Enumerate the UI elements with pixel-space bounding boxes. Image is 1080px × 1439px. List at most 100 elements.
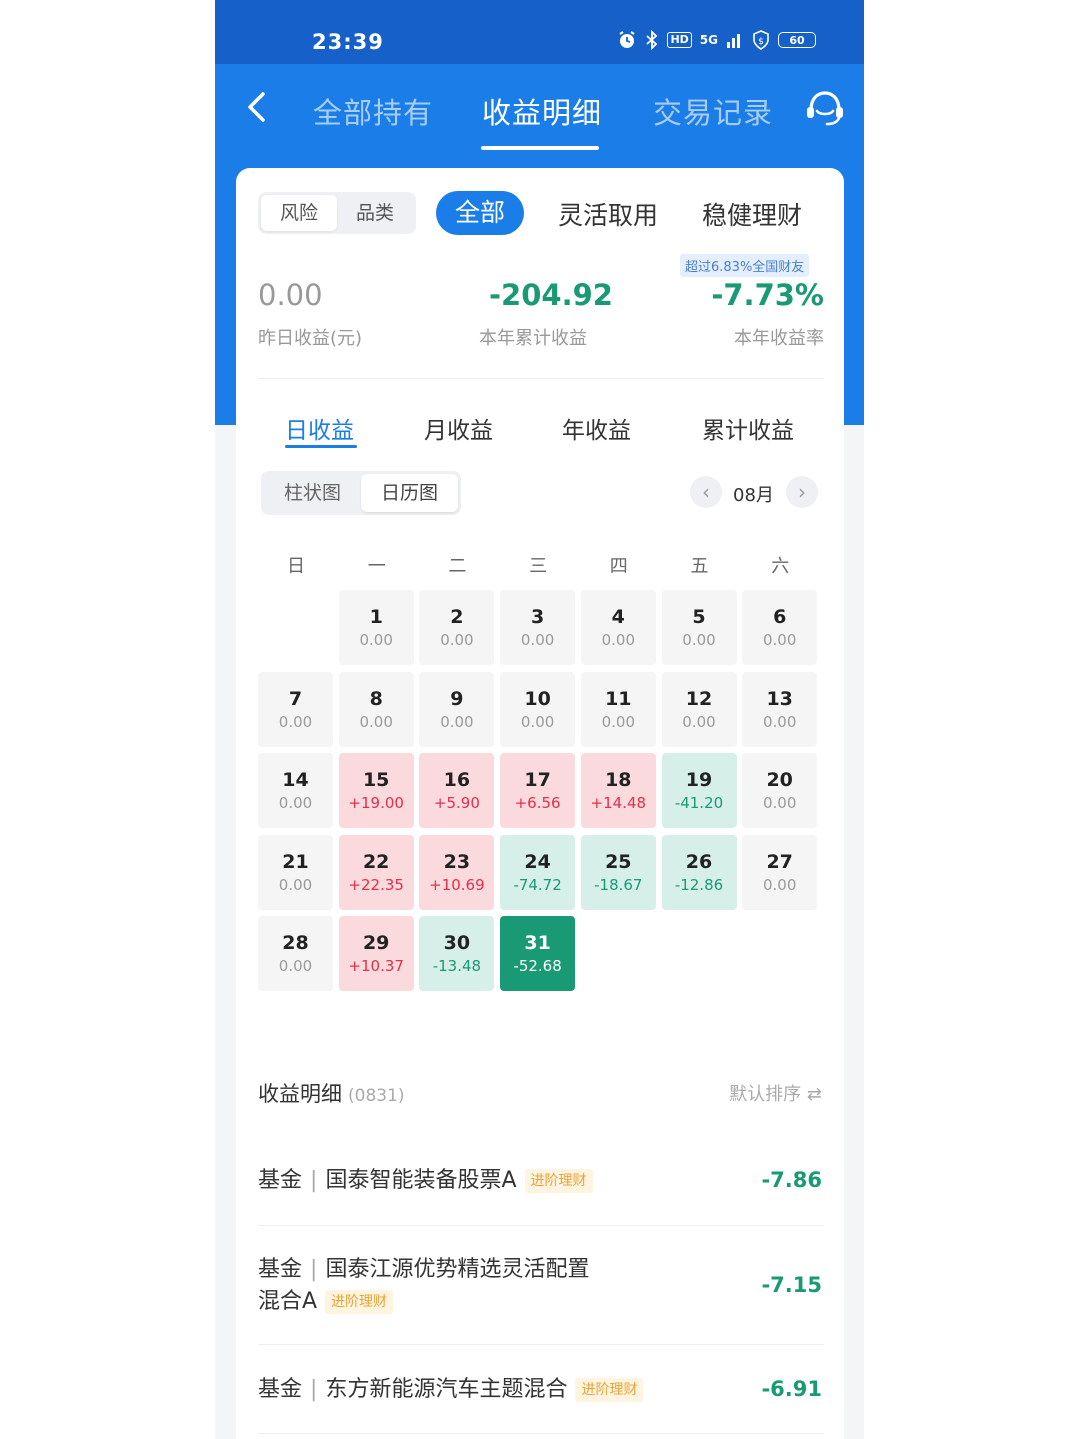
calendar-day-13[interactable]: 13 0.00 bbox=[742, 671, 818, 747]
calendar-day-2[interactable]: 2 0.00 bbox=[419, 590, 495, 665]
shield-dollar-icon: $ bbox=[753, 30, 769, 50]
calendar-day-earnings: 0.00 bbox=[762, 712, 797, 731]
fund-category: 基金 bbox=[258, 1257, 303, 1282]
calendar-day-earnings: -18.67 bbox=[594, 875, 643, 894]
tab-yearly-earnings[interactable]: 年收益 bbox=[562, 411, 631, 445]
fund-name: 国泰智能装备股票A bbox=[325, 1168, 517, 1193]
prev-month-icon[interactable]: ‹ bbox=[690, 476, 722, 508]
calendar-day-1[interactable]: 1 0.00 bbox=[338, 590, 414, 665]
calendar-day-number: 2 bbox=[450, 606, 464, 628]
calendar-day-8[interactable]: 8 0.00 bbox=[338, 671, 414, 747]
calendar-day-22[interactable]: 22 +22.35 bbox=[338, 834, 414, 910]
yesterday-earnings-label: 昨日收益(元) bbox=[258, 328, 363, 349]
filter-steady[interactable]: 稳健理财 bbox=[702, 196, 802, 232]
calendar-day-7[interactable]: 7 0.00 bbox=[258, 671, 333, 747]
calendar-day-26[interactable]: 26 -12.86 bbox=[661, 834, 737, 910]
fund-category: 基金 bbox=[258, 1168, 303, 1193]
bluetooth-icon bbox=[646, 30, 658, 50]
back-arrow-icon[interactable] bbox=[239, 84, 279, 130]
month-label: 08月 bbox=[733, 485, 774, 506]
calendar-day-number: 12 bbox=[685, 687, 713, 710]
calendar-day-25[interactable]: 25 -18.67 bbox=[580, 834, 656, 910]
calendar-day-number: 15 bbox=[362, 769, 390, 791]
toggle-bar-chart[interactable]: 柱状图 bbox=[264, 474, 361, 512]
calendar-day-24[interactable]: 24 -74.72 bbox=[500, 834, 576, 910]
calendar-day-12[interactable]: 12 0.00 bbox=[661, 671, 737, 747]
fund-tag: 进阶理财 bbox=[575, 1378, 644, 1402]
calendar-day-number: 16 bbox=[443, 769, 471, 791]
calendar-day-20[interactable]: 20 0.00 bbox=[742, 753, 818, 828]
calendar-day-number: 24 bbox=[524, 850, 551, 873]
year-total-label: 本年累计收益 bbox=[479, 328, 587, 349]
toggle-calendar[interactable]: 日历图 bbox=[361, 474, 458, 512]
toggle-risk[interactable]: 风险 bbox=[261, 195, 337, 231]
calendar-day-earnings: 0.00 bbox=[278, 794, 313, 812]
customer-service-icon[interactable] bbox=[803, 86, 847, 130]
calendar-day-earnings: +5.90 bbox=[433, 794, 480, 812]
calendar-day-17[interactable]: 17 +6.56 bbox=[500, 753, 576, 828]
calendar-day-3[interactable]: 3 0.00 bbox=[500, 590, 576, 665]
calendar-day-27[interactable]: 27 0.00 bbox=[742, 834, 818, 910]
row-divider bbox=[258, 1225, 824, 1226]
sort-button[interactable]: 默认排序 ⇄ bbox=[729, 1080, 822, 1106]
calendar-day-earnings: +19.00 bbox=[348, 794, 404, 812]
tab-transaction-records[interactable]: 交易记录 bbox=[653, 90, 773, 132]
calendar-day-15[interactable]: 15 +19.00 bbox=[338, 753, 414, 828]
calendar-day-earnings: 0.00 bbox=[440, 712, 474, 731]
calendar-day-number: 18 bbox=[605, 769, 632, 791]
calendar-day-14[interactable]: 14 0.00 bbox=[258, 753, 333, 828]
fund-row-3[interactable]: 基金 | 东方新能源汽车主题混合 进阶理财 bbox=[258, 1374, 644, 1406]
calendar-day-30[interactable]: 30 -13.48 bbox=[419, 916, 495, 991]
calendar-day-number: 7 bbox=[288, 687, 303, 710]
calendar-day-19[interactable]: 19 -41.20 bbox=[661, 753, 737, 828]
calendar-day-11[interactable]: 11 0.00 bbox=[580, 671, 656, 747]
calendar-day-number: 5 bbox=[692, 606, 706, 628]
calendar-day-9[interactable]: 9 0.00 bbox=[419, 671, 495, 747]
calendar-day-number: 13 bbox=[766, 687, 793, 710]
calendar-day-10[interactable]: 10 0.00 bbox=[500, 671, 576, 747]
calendar-day-earnings: -41.20 bbox=[674, 794, 724, 812]
calendar-day-29[interactable]: 29 +10.37 bbox=[338, 916, 414, 991]
row-divider bbox=[258, 1433, 824, 1434]
next-month-icon[interactable]: › bbox=[786, 476, 818, 508]
weekday-label: 一 bbox=[367, 556, 386, 577]
calendar-day-number: 3 bbox=[530, 606, 545, 628]
calendar-day-earnings: -74.72 bbox=[513, 875, 562, 894]
chart-view-toggle: 柱状图 日历图 bbox=[261, 471, 461, 515]
tab-all-holdings[interactable]: 全部持有 bbox=[313, 90, 433, 132]
calendar-day-23[interactable]: 23 +10.69 bbox=[419, 834, 495, 910]
status-icons: HD 5G $ 60 bbox=[617, 30, 816, 50]
calendar-day-31[interactable]: 31 -52.68 bbox=[500, 916, 576, 991]
top-navigation: 全部持有 收益明细 交易记录 bbox=[215, 64, 864, 154]
tab-cumulative-earnings[interactable]: 累计收益 bbox=[702, 411, 794, 445]
tab-monthly-earnings[interactable]: 月收益 bbox=[424, 411, 493, 445]
calendar-day-earnings: 0.00 bbox=[278, 875, 313, 894]
calendar-day-4[interactable]: 4 0.00 bbox=[580, 590, 656, 665]
tab-daily-earnings[interactable]: 日收益 bbox=[285, 411, 354, 445]
calendar-day-earnings: +6.56 bbox=[514, 794, 561, 812]
calendar-day-28[interactable]: 28 0.00 bbox=[258, 916, 333, 991]
fund-row-2[interactable]: 基金 | 国泰江源优势精选灵活配置 混合A 进阶理财 bbox=[258, 1254, 589, 1318]
active-tab-indicator bbox=[481, 146, 599, 150]
calendar-day-earnings: -13.48 bbox=[432, 957, 482, 975]
calendar-day-6[interactable]: 6 0.00 bbox=[742, 590, 818, 665]
separator: | bbox=[310, 1377, 318, 1402]
calendar-day-earnings: 0.00 bbox=[682, 712, 716, 731]
tab-earnings-detail[interactable]: 收益明细 bbox=[482, 90, 602, 132]
filter-all[interactable]: 全部 bbox=[436, 191, 524, 235]
year-total-value: -204.92 bbox=[489, 278, 613, 312]
filter-flexible[interactable]: 灵活取用 bbox=[558, 196, 658, 232]
calendar-day-16[interactable]: 16 +5.90 bbox=[419, 753, 495, 828]
fund-row-1[interactable]: 基金 | 国泰智能装备股票A 进阶理财 bbox=[258, 1165, 593, 1197]
calendar-day-earnings: 0.00 bbox=[762, 794, 797, 812]
calendar-day-18[interactable]: 18 +14.48 bbox=[580, 753, 656, 828]
toggle-category[interactable]: 品类 bbox=[337, 195, 413, 231]
calendar-day-number: 22 bbox=[362, 850, 390, 873]
calendar-day-earnings: 0.00 bbox=[520, 712, 555, 731]
weekday-label: 三 bbox=[529, 556, 548, 577]
status-bar: 23:39 HD 5G $ 60 bbox=[215, 0, 864, 64]
calendar-day-21[interactable]: 21 0.00 bbox=[258, 834, 333, 910]
calendar-day-number: 19 bbox=[685, 769, 713, 791]
calendar-day-5[interactable]: 5 0.00 bbox=[661, 590, 737, 665]
earnings-card: 风险 品类 全部 灵活取用 稳健理财 超过6.83%全国财友 0.00 昨日收益… bbox=[236, 168, 844, 1439]
